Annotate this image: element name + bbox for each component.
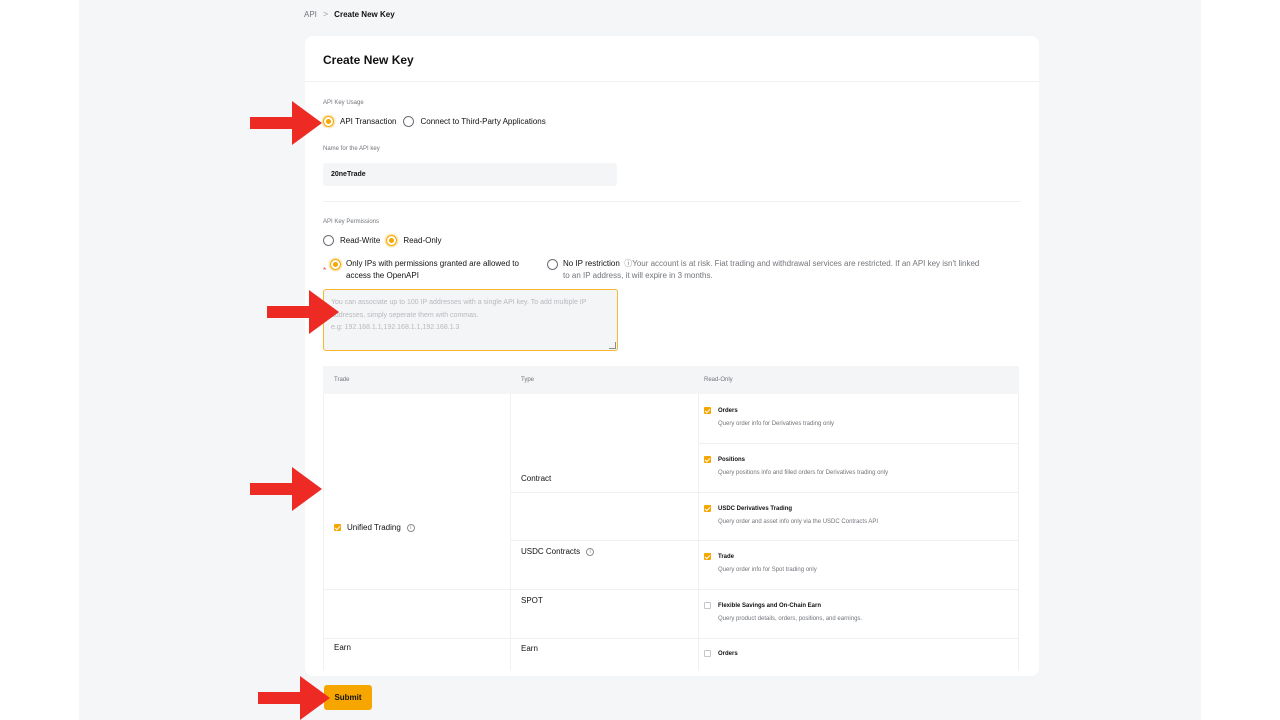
- radio-read-write[interactable]: [323, 235, 334, 246]
- perm-usdc-derivatives: USDC Derivatives Trading Query order and…: [704, 505, 878, 525]
- breadcrumb: API > Create New Key: [304, 9, 395, 19]
- row-divider: [323, 638, 1019, 639]
- page-title: Create New Key: [323, 53, 414, 67]
- header-type: Type: [521, 377, 535, 383]
- perm-positions-desc: Query positions info and filled orders f…: [718, 470, 889, 476]
- resize-handle[interactable]: [609, 342, 616, 349]
- perm-orders-checkbox[interactable]: [704, 407, 711, 414]
- perm-earn-orders-checkbox[interactable]: [704, 650, 711, 657]
- required-asterisk: *: [323, 266, 327, 275]
- perm-spot-trade-desc: Query order info for Spot trading only: [718, 567, 817, 573]
- perm-spot-trade-title: Trade: [718, 553, 735, 560]
- radio-read-only[interactable]: [386, 235, 398, 246]
- radio-ip-restricted[interactable]: [330, 259, 341, 270]
- no-ip-restriction-block: No IP restriction ⓘYour account is at ri…: [563, 258, 1023, 282]
- permissions-table: Trade Type Read-Only Unified Trading i E…: [323, 366, 1019, 670]
- perm-usdc-derivatives-desc: Query order and asset info only via the …: [718, 519, 879, 525]
- perm-orders-desc: Query order info for Derivatives trading…: [718, 421, 835, 427]
- radio-third-party-label[interactable]: Connect to Third-Party Applications: [420, 117, 545, 126]
- title-divider: [305, 81, 1039, 82]
- perm-flexible-savings-checkbox[interactable]: [704, 602, 711, 609]
- type-usdc-contracts-cell: USDC Contracts i: [521, 547, 595, 556]
- row-divider: [510, 540, 1019, 541]
- table-col-divider-1: [510, 394, 511, 670]
- usage-label: API Key Usage: [323, 100, 364, 106]
- annotation-arrow-icon: [250, 467, 322, 511]
- annotation-arrow-icon: [258, 676, 330, 720]
- annotation-arrow-icon: [267, 290, 339, 334]
- submit-button[interactable]: Submit: [324, 685, 372, 710]
- radio-read-only-label[interactable]: Read-Only: [403, 236, 441, 245]
- type-spot: SPOT: [521, 596, 543, 605]
- create-key-card: Create New Key API Key Usage API Transac…: [305, 36, 1039, 676]
- usage-radio-group: API Transaction Connect to Third-Party A…: [323, 116, 546, 127]
- table-border-right: [1018, 394, 1019, 670]
- unified-trading-checkbox[interactable]: [334, 524, 341, 531]
- radio-api-transaction[interactable]: [323, 116, 334, 127]
- perm-orders: Orders Query order info for Derivatives …: [704, 407, 834, 427]
- radio-no-ip-restriction[interactable]: [547, 259, 558, 270]
- permissions-radio-group: Read-Write Read-Only: [323, 235, 442, 246]
- perm-flexible-savings-title: Flexible Savings and On-Chain Earn: [718, 602, 822, 609]
- ip-restricted-line2: access the OpenAPI: [346, 271, 419, 280]
- row-divider: [323, 589, 1019, 590]
- table-border-left: [323, 394, 324, 670]
- perm-positions-checkbox[interactable]: [704, 456, 711, 463]
- perm-positions: Positions Query positions info and fille…: [704, 456, 888, 476]
- api-key-name-input[interactable]: 20neTrade: [323, 163, 617, 186]
- unified-trading-cell: Unified Trading i: [334, 523, 415, 532]
- breadcrumb-separator: >: [322, 9, 329, 19]
- name-field-label: Name for the API key: [323, 146, 380, 152]
- perm-flexible-savings: Flexible Savings and On-Chain Earn Query…: [704, 602, 862, 622]
- ip-warning-line1: ⓘYour account is at risk. Fiat trading a…: [624, 259, 980, 268]
- header-read-only: Read-Only: [704, 377, 733, 383]
- unified-trading-label: Unified Trading: [347, 523, 401, 532]
- permissions-label: API Key Permissions: [323, 219, 380, 225]
- perm-usdc-derivatives-checkbox[interactable]: [704, 505, 711, 512]
- perm-usdc-derivatives-title: USDC Derivatives Trading: [718, 505, 793, 512]
- row-divider: [510, 492, 1019, 493]
- radio-read-write-label[interactable]: Read-Write: [340, 236, 380, 245]
- perm-positions-title: Positions: [718, 456, 746, 463]
- info-icon[interactable]: i: [406, 523, 415, 532]
- earn-trade-cell: Earn: [334, 643, 351, 652]
- ip-warning-line2: to an IP address, it will expire in 3 mo…: [563, 271, 713, 280]
- ip-address-textarea[interactable]: You can associate up to 100 IP addresses…: [323, 289, 618, 351]
- annotation-arrow-icon: [250, 101, 322, 145]
- section-divider: [323, 201, 1021, 202]
- table-col-divider-2: [698, 394, 699, 670]
- row-divider: [698, 443, 1019, 444]
- perm-earn-orders-title: Orders: [718, 650, 738, 657]
- table-header: Trade Type Read-Only: [323, 366, 1019, 394]
- perm-spot-trade: Trade Query order info for Spot trading …: [704, 553, 817, 573]
- header-trade: Trade: [334, 377, 350, 383]
- info-icon[interactable]: i: [586, 547, 595, 556]
- ip-address-placeholder: You can associate up to 100 IP addresses…: [331, 299, 587, 331]
- radio-api-transaction-label[interactable]: API Transaction: [340, 117, 396, 126]
- ip-restricted-line1: Only IPs with permissions granted are al…: [346, 259, 519, 268]
- perm-spot-trade-checkbox[interactable]: [704, 553, 711, 560]
- perm-orders-title: Orders: [718, 407, 738, 414]
- breadcrumb-api-link[interactable]: API: [304, 10, 317, 19]
- type-contract: Contract: [521, 474, 552, 483]
- radio-ip-restricted-label[interactable]: Only IPs with permissions granted are al…: [346, 258, 519, 282]
- breadcrumb-current: Create New Key: [334, 9, 395, 19]
- radio-no-ip-restriction-label[interactable]: No IP restriction: [563, 259, 620, 268]
- perm-flexible-savings-desc: Query product details, orders, positions…: [718, 616, 863, 622]
- type-earn: Earn: [521, 644, 538, 653]
- radio-third-party[interactable]: [403, 116, 415, 127]
- type-usdc-contracts: USDC Contracts: [521, 547, 581, 556]
- perm-earn-orders: Orders: [704, 650, 738, 657]
